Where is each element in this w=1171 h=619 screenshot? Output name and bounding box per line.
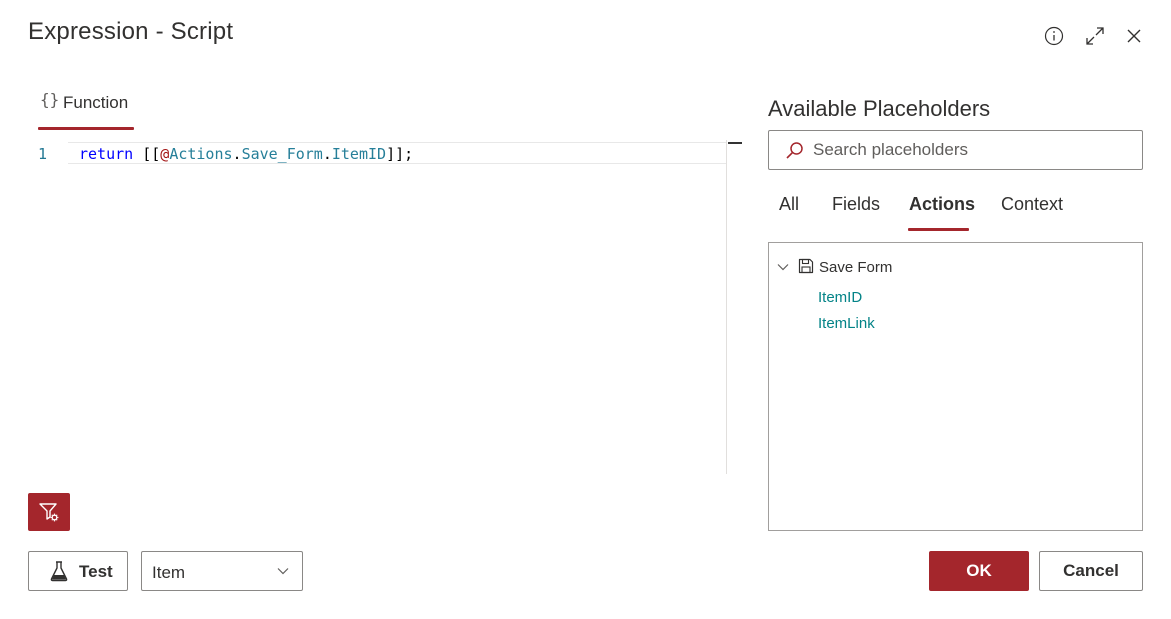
tree-leaf-itemid[interactable]: ItemID xyxy=(818,289,862,306)
line-number: 1 xyxy=(38,145,48,163)
test-button[interactable]: Test xyxy=(28,551,128,591)
search-box[interactable] xyxy=(768,130,1143,170)
expand-button[interactable] xyxy=(1083,24,1107,48)
chevron-down-icon xyxy=(277,568,289,575)
code-ref-actions: Actions xyxy=(169,145,233,163)
tab-actions-underline xyxy=(908,228,969,231)
item-dropdown-value: Item xyxy=(152,563,186,582)
code-line[interactable]: 1 return [[@Actions.Save_Form.ItemID]]; xyxy=(28,142,726,164)
tree-node-label: Save Form xyxy=(819,259,893,276)
close-icon xyxy=(1127,29,1141,43)
placeholder-tree: Save Form ItemID ItemLink xyxy=(768,242,1143,531)
beaker-icon xyxy=(50,561,68,582)
item-dropdown[interactable]: Item xyxy=(141,551,303,591)
search-input[interactable] xyxy=(813,138,1123,162)
code-open-brackets: [[ xyxy=(133,145,161,163)
code-ref-itemid: ItemID xyxy=(331,145,387,163)
test-button-label: Test xyxy=(79,562,113,581)
code-dot: . xyxy=(322,145,332,163)
tab-all[interactable]: All xyxy=(779,194,799,215)
tab-function-underline xyxy=(38,127,134,130)
tree-leaf-itemlink[interactable]: ItemLink xyxy=(818,315,875,332)
close-button[interactable] xyxy=(1122,24,1146,48)
tab-function-label: Function xyxy=(63,93,129,112)
code-at-sign: @ xyxy=(160,145,170,163)
code-text[interactable]: return [[@Actions.Save_Form.ItemID]]; xyxy=(79,145,413,163)
code-ref-save-form: Save_Form xyxy=(241,145,323,163)
info-button[interactable] xyxy=(1042,24,1066,48)
chevron-down-icon xyxy=(777,264,789,271)
braces-icon: {} xyxy=(40,90,60,109)
code-keyword: return xyxy=(79,145,134,163)
expand-icon xyxy=(1086,27,1104,45)
tab-context[interactable]: Context xyxy=(1001,194,1063,215)
tab-fields[interactable]: Fields xyxy=(832,194,880,215)
cancel-button[interactable]: Cancel xyxy=(1039,551,1143,591)
search-icon xyxy=(786,142,803,159)
filter-settings-button[interactable] xyxy=(28,493,70,531)
save-icon xyxy=(798,258,814,274)
tab-function[interactable]: {} Function xyxy=(38,90,134,130)
overview-ruler-marker xyxy=(728,142,742,144)
tab-actions[interactable]: Actions xyxy=(909,194,975,215)
filter-settings-icon xyxy=(39,503,59,522)
dialog-title: Expression - Script xyxy=(28,18,234,45)
code-dot: . xyxy=(232,145,242,163)
editor-scrollbar-track[interactable] xyxy=(726,140,727,474)
info-icon xyxy=(1044,26,1064,46)
code-close-brackets: ]]; xyxy=(386,145,414,163)
ok-button[interactable]: OK xyxy=(929,551,1029,591)
placeholders-title: Available Placeholders xyxy=(768,96,991,121)
code-editor[interactable]: 1 return [[@Actions.Save_Form.ItemID]]; xyxy=(28,140,742,474)
